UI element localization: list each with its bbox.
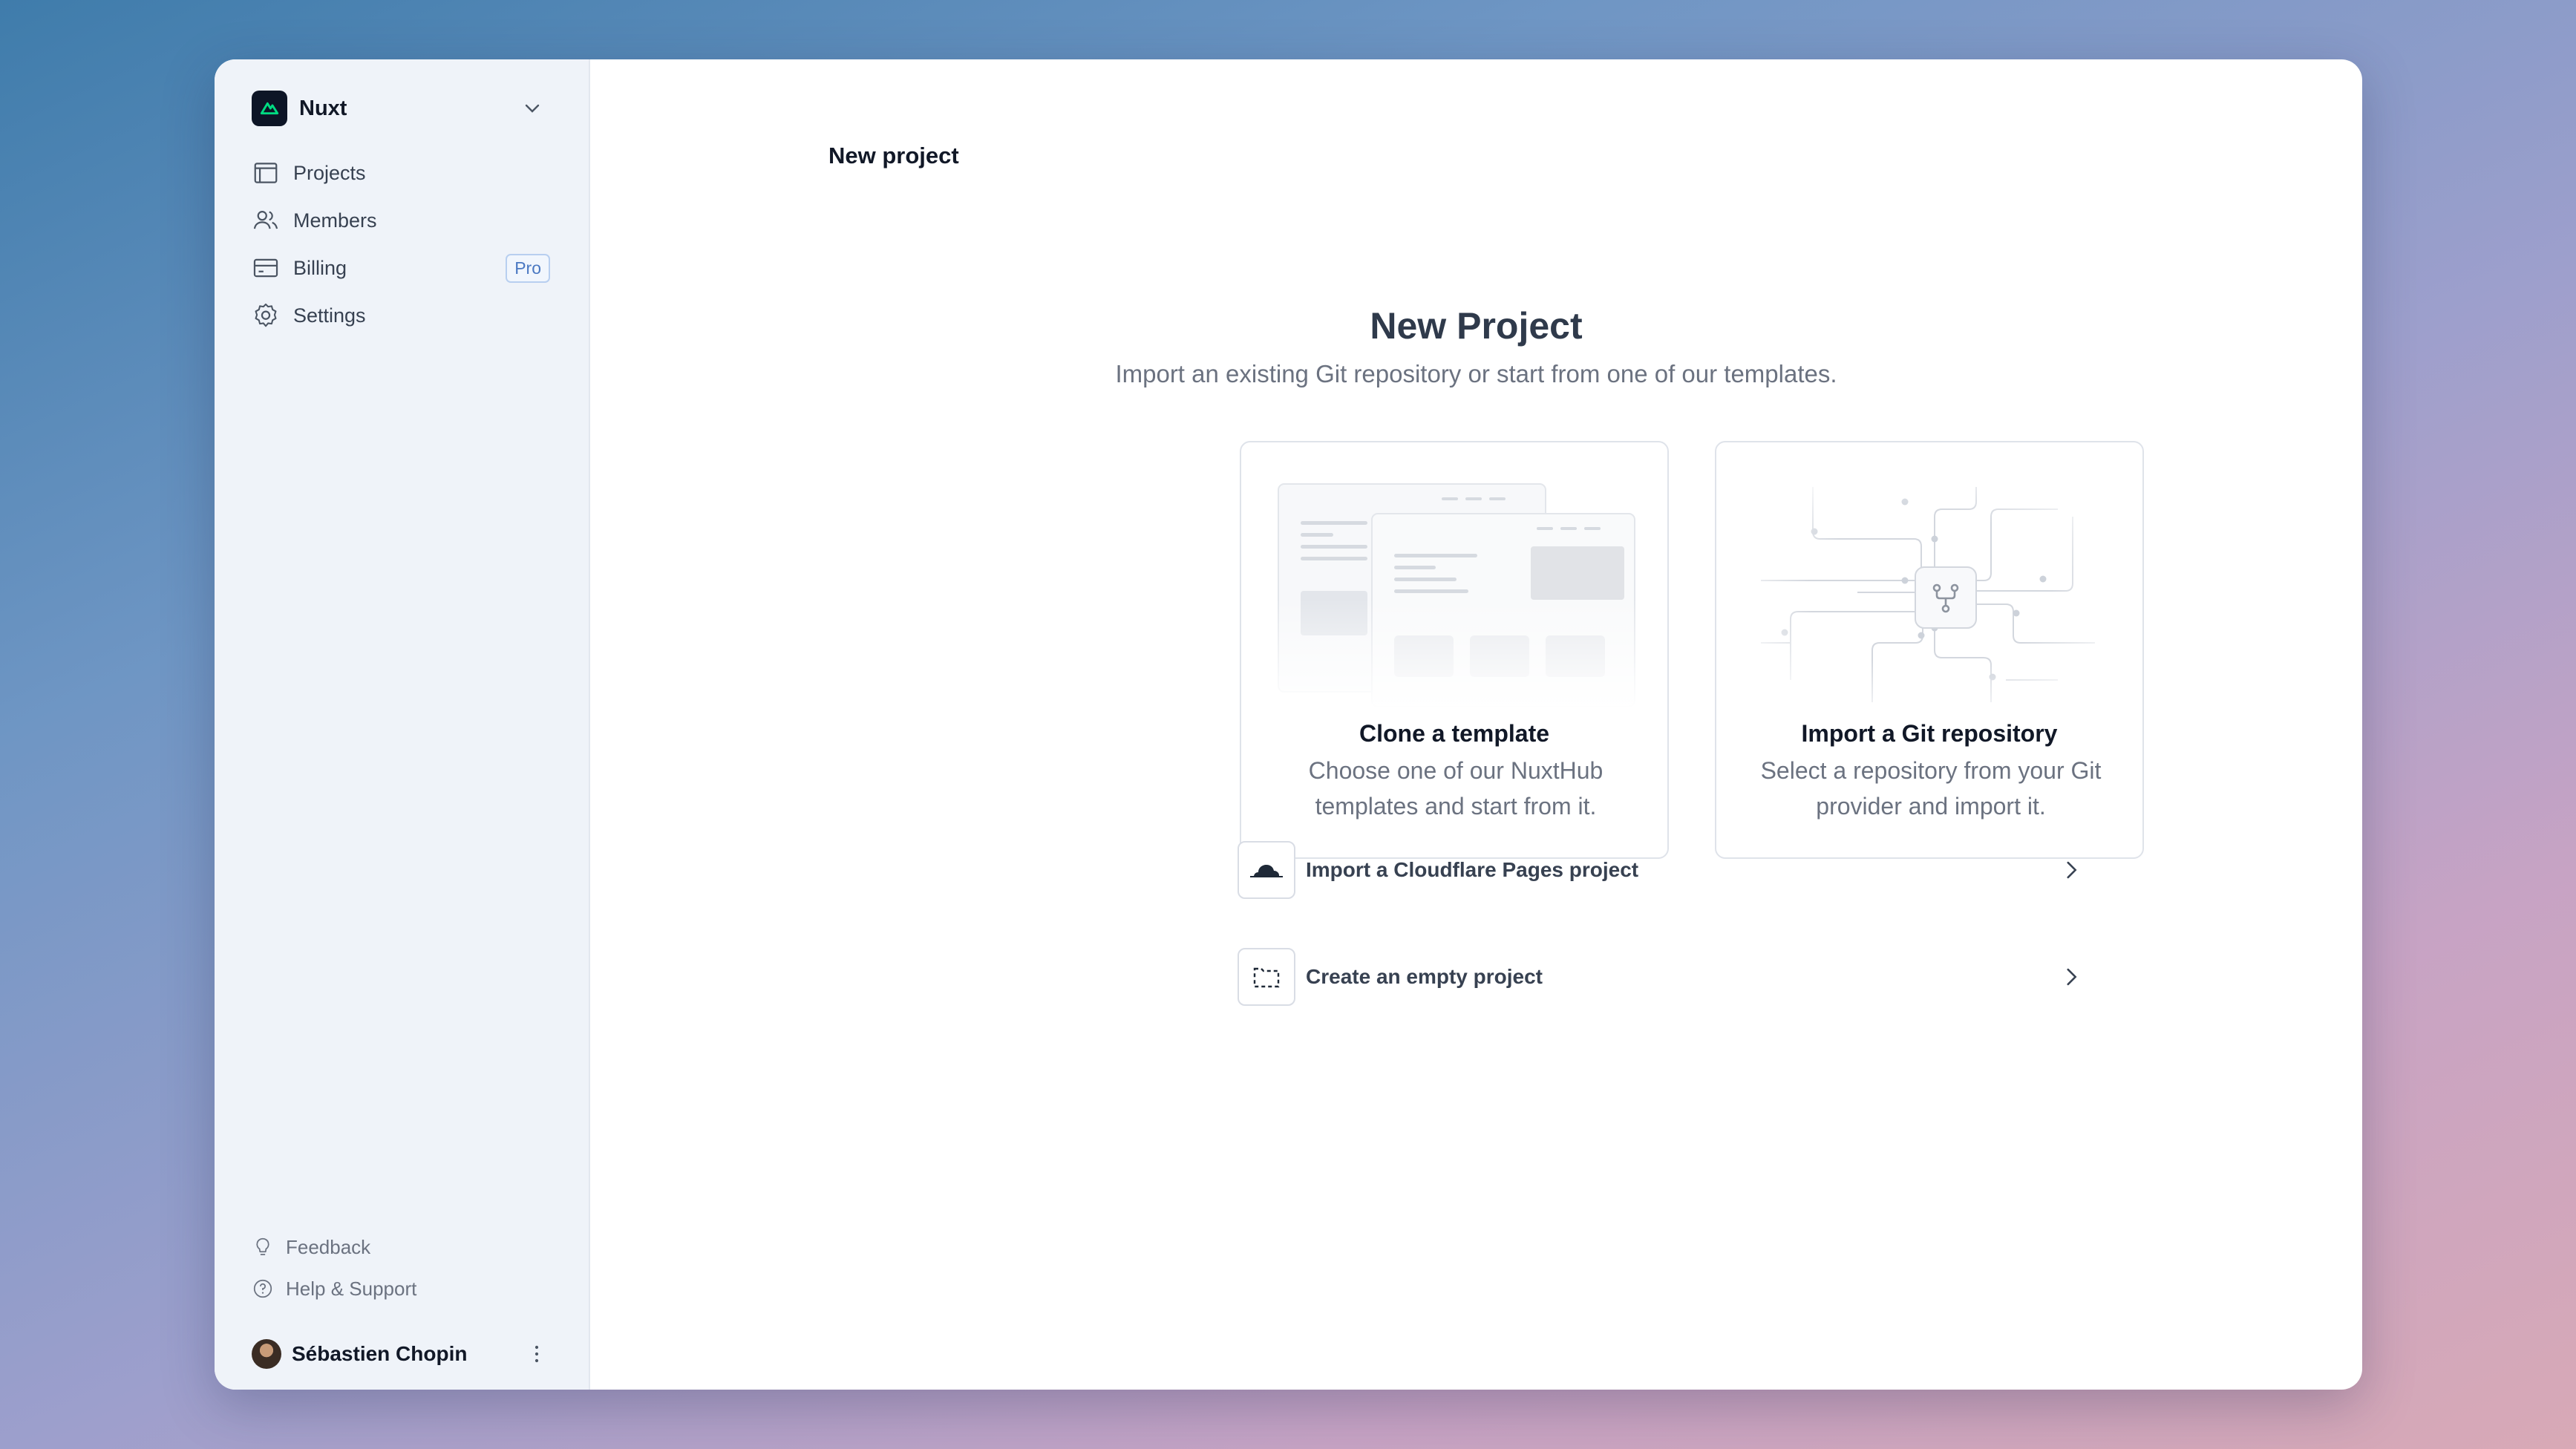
import-cloudflare-row[interactable]: Import a Cloudflare Pages project [1238, 839, 2106, 901]
sidebar-nav: Projects Members Billing Pro Settings [252, 149, 550, 339]
pro-badge: Pro [506, 253, 550, 283]
card-title: Import a Git repository [1801, 720, 2058, 747]
lightbulb-icon [256, 1237, 269, 1255]
team-switcher[interactable]: Nuxt [252, 80, 544, 137]
page-title: New project [828, 143, 959, 169]
card-description: Choose one of our NuxtHub templates and … [1308, 757, 1604, 820]
git-circuit-illustration-icon [1746, 472, 2114, 710]
settings-icon [255, 303, 277, 327]
clone-template-card[interactable]: Clone a template Choose one of our NuxtH… [1240, 441, 1669, 859]
empty-project-icon [1238, 948, 1295, 1006]
action-label: Create an empty project [1306, 965, 1543, 988]
cloudflare-icon [1238, 841, 1295, 899]
billing-icon [253, 258, 278, 278]
chevron-right-icon [2067, 861, 2077, 879]
sidebar-item-projects[interactable]: Projects [252, 149, 550, 197]
create-empty-project-row[interactable]: Create an empty project [1238, 946, 2106, 1008]
sidebar-item-label: Projects [293, 161, 366, 184]
sidebar-footer-links: Feedback Help & Support [252, 1226, 550, 1309]
sidebar: Nuxt Projects Members Billing Pro Settin… [215, 59, 590, 1390]
sidebar-item-label: Members [293, 209, 377, 232]
chevron-down-icon[interactable] [520, 97, 544, 120]
sidebar-item-members[interactable]: Members [252, 197, 550, 244]
feedback-link[interactable]: Feedback [252, 1226, 550, 1268]
import-git-card[interactable]: Import a Git repository Select a reposit… [1715, 441, 2144, 859]
card-title: Clone a template [1359, 720, 1550, 747]
feedback-label: Feedback [286, 1235, 371, 1258]
sidebar-item-settings[interactable]: Settings [252, 292, 550, 339]
app-window: Nuxt Projects Members Billing Pro Settin… [215, 59, 2362, 1390]
nuxt-logo-icon [252, 91, 287, 126]
members-icon [253, 211, 278, 229]
avatar [252, 1339, 281, 1369]
projects-icon [254, 163, 278, 183]
card-description: Select a repository from your Git provid… [1760, 757, 2102, 820]
team-name: Nuxt [299, 96, 347, 120]
sidebar-item-label: Settings [293, 304, 366, 327]
new-project-subheading: Import an existing Git repository or sta… [1115, 360, 1837, 387]
main-content: New project New Project Import an existi… [590, 59, 2362, 1390]
user-menu[interactable]: Sébastien Chopin [252, 1333, 550, 1375]
help-icon [253, 1279, 272, 1298]
sidebar-item-billing[interactable]: Billing Pro [252, 244, 550, 292]
help-support-link[interactable]: Help & Support [252, 1268, 550, 1309]
new-project-heading: New Project [1370, 305, 1583, 347]
help-support-label: Help & Support [286, 1277, 417, 1300]
user-name: Sébastien Chopin [292, 1342, 468, 1365]
action-label: Import a Cloudflare Pages project [1306, 858, 1639, 881]
more-vertical-icon[interactable] [523, 1341, 550, 1367]
sidebar-item-label: Billing [293, 256, 347, 279]
template-illustration-icon [1271, 483, 1639, 710]
chevron-right-icon [2067, 968, 2077, 986]
